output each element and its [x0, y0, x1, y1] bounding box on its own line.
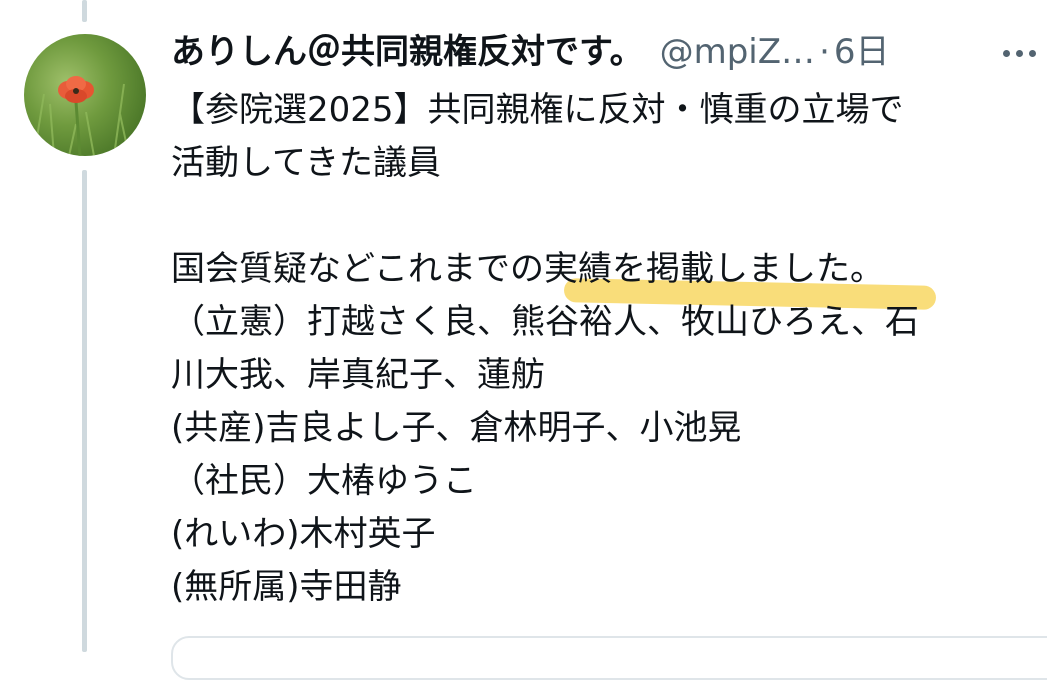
post-text-line: 【参院選2025】共同親権に反対・慎重の立場で: [171, 90, 904, 130]
post-timestamp[interactable]: 6日: [834, 30, 890, 74]
user-handle[interactable]: @mpiZ…: [660, 30, 815, 74]
post-text-line: (共産)吉良よし子、倉林明子、小池晃: [171, 408, 742, 448]
display-name[interactable]: ありしん＠共同親権反対です。: [171, 30, 644, 74]
separator-dot: ·: [819, 32, 830, 72]
post-text-line: 国会質疑などこれまでの実績を掲載しました。: [171, 249, 884, 289]
thread-connector-top: [82, 0, 87, 22]
more-horizontal-icon-dot: [1002, 49, 1010, 57]
poppy-flower-avatar-image: [33, 76, 130, 156]
post-text-line: (れいわ)木村英子: [171, 514, 436, 554]
post-text-line: （社民）大椿ゆうこ: [171, 461, 477, 501]
post-text: 【参院選2025】共同親権に反対・慎重の立場で 活動してきた議員 国会質疑などこ…: [171, 84, 1041, 614]
embedded-card[interactable]: [171, 636, 1047, 680]
post-text-line: 川大我、岸真紀子、蓮舫: [171, 355, 545, 395]
post-text-line: 活動してきた議員: [171, 143, 441, 183]
thread-connector-bottom: [82, 170, 87, 652]
post-text-line: （立憲）打越さく良、熊谷裕人、牧山ひろえ、石: [171, 302, 919, 342]
more-options-button[interactable]: [995, 38, 1043, 68]
post-header: ありしん＠共同親権反対です。 @mpiZ… · 6日: [171, 30, 1027, 74]
avatar[interactable]: [24, 34, 146, 156]
more-horizontal-icon-dot: [1028, 49, 1036, 57]
post-text-blank-line: [171, 190, 1041, 243]
more-horizontal-icon-dot: [1015, 49, 1023, 57]
post-text-line: (無所属)寺田静: [171, 567, 402, 607]
